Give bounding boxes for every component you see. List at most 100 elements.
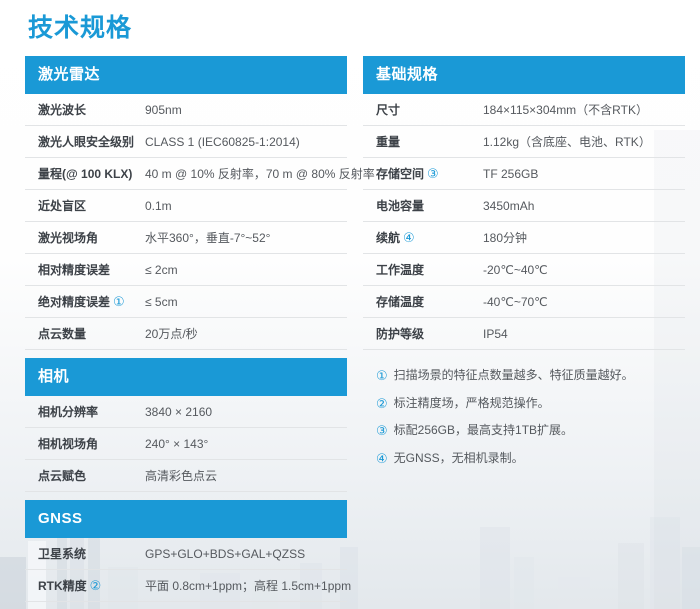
- spec-value: TF 256GB: [483, 167, 685, 181]
- spec-row: 绝对精度误差①≤ 5cm: [25, 286, 347, 318]
- spec-label: RTK精度②: [38, 577, 145, 594]
- spec-label: 存储空间③: [376, 165, 483, 182]
- spec-row: 相对精度误差 ≤ 2cm: [25, 254, 347, 286]
- spec-row: 存储空间③TF 256GB: [363, 158, 685, 190]
- spec-value: ≤ 2cm: [145, 263, 347, 277]
- section-header: 基础规格: [363, 56, 685, 94]
- spec-row: 点云数量 20万点/秒: [25, 318, 347, 350]
- footnote-item: ④ 无GNSS，无相机录制。: [376, 451, 685, 467]
- spec-label: 激光人眼安全级别: [38, 133, 145, 150]
- spec-label: 尺寸: [376, 101, 483, 118]
- spec-label-text: 激光视场角: [38, 231, 98, 245]
- spec-row: 量程(@ 100 KLX)40 m @ 10% 反射率，70 m @ 80% 反…: [25, 158, 347, 190]
- right-column: 基础规格尺寸 184×115×304mm（不含RTK） 重量 1.12kg（含底座、电…: [363, 56, 685, 602]
- footnote-item: ① 扫描场景的特征点数量越多、特征质量越好。: [376, 368, 685, 384]
- spec-row: 激光人眼安全级别 CLASS 1 (IEC60825-1:2014): [25, 126, 347, 158]
- spec-value: -20℃~40℃: [483, 263, 685, 277]
- spec-label-text: 尺寸: [376, 103, 400, 117]
- spec-label: 激光波长: [38, 101, 145, 118]
- spec-label-text: 点云数量: [38, 327, 86, 341]
- spec-label-text: 续航: [376, 231, 400, 245]
- spec-row: 激光视场角 水平360°，垂直-7°~52°: [25, 222, 347, 254]
- spec-value: 1.12kg（含底座、电池、RTK）: [483, 133, 685, 150]
- spec-label: 量程(@ 100 KLX): [38, 165, 145, 182]
- spec-label-text: 激光人眼安全级别: [38, 135, 134, 149]
- spec-label-text: RTK精度: [38, 579, 87, 593]
- footnote-text: 扫描场景的特征点数量越多、特征质量越好。: [394, 368, 634, 382]
- spec-label: 相机视场角: [38, 435, 145, 452]
- spec-value: 3840 × 2160: [145, 405, 347, 419]
- spec-label: 近处盲区: [38, 197, 145, 214]
- footnote-ref-marker: ①: [113, 294, 125, 309]
- footnote-ref-marker: ②: [90, 578, 102, 593]
- footnote-ref-marker: ④: [403, 230, 415, 245]
- spec-row: 存储温度 -40℃~70℃: [363, 286, 685, 318]
- spec-label: 续航④: [376, 229, 483, 246]
- footnote-marker: ②: [376, 396, 388, 412]
- footnotes-list: ① 扫描场景的特征点数量越多、特征质量越好。 ② 标注精度场，严格规范操作。 ③ 标配25…: [363, 368, 685, 466]
- spec-label: 绝对精度误差①: [38, 293, 145, 310]
- spec-row: 卫星系统 GPS+GLO+BDS+GAL+QZSS: [25, 538, 347, 570]
- spec-label: 卫星系统: [38, 545, 145, 562]
- spec-row: 重量 1.12kg（含底座、电池、RTK）: [363, 126, 685, 158]
- spec-row: 工作温度-20℃~40℃: [363, 254, 685, 286]
- spec-value: GPS+GLO+BDS+GAL+QZSS: [145, 547, 347, 561]
- spec-row: 续航④180分钟: [363, 222, 685, 254]
- spec-label: 点云赋色: [38, 467, 145, 484]
- spec-row: 电池容量 3450mAh: [363, 190, 685, 222]
- spec-label: 存储温度: [376, 293, 483, 310]
- spec-row: 点云赋色高清彩色点云: [25, 460, 347, 492]
- footnote-marker: ④: [376, 451, 388, 467]
- spec-label-text: 绝对精度误差: [38, 295, 110, 309]
- spec-value: 240° × 143°: [145, 437, 347, 451]
- spec-row: 防护等级 IP54: [363, 318, 685, 350]
- spec-label: 防护等级: [376, 325, 483, 342]
- footnote-marker: ③: [376, 423, 388, 439]
- spec-label-text: 激光波长: [38, 103, 86, 117]
- spec-value: 40 m @ 10% 反射率，70 m @ 80% 反射率: [145, 165, 375, 182]
- page-title: 技术规格: [28, 8, 700, 44]
- spec-value: ≤ 5cm: [145, 295, 347, 309]
- spec-value: 平面 0.8cm+1ppm；高程 1.5cm+1ppm: [145, 577, 351, 594]
- spec-value: IP54: [483, 327, 685, 341]
- spec-label: 工作温度: [376, 261, 483, 278]
- footnote-text: 无GNSS，无相机录制。: [394, 451, 524, 465]
- section-header: 相机: [25, 358, 347, 396]
- section-header: 激光雷达: [25, 56, 347, 94]
- spec-label-text: 相对精度误差: [38, 263, 110, 277]
- spec-label-text: 存储温度: [376, 295, 424, 309]
- spec-label-text: 相机分辨率: [38, 405, 98, 419]
- spec-label-text: 存储空间: [376, 167, 424, 181]
- spec-label: 相对精度误差: [38, 261, 145, 278]
- spec-row: 尺寸 184×115×304mm（不含RTK）: [363, 94, 685, 126]
- footnote-marker: ①: [376, 368, 388, 384]
- spec-value: 184×115×304mm（不含RTK）: [483, 101, 685, 118]
- footnote-text: 标注精度场，严格规范操作。: [394, 396, 550, 410]
- footnote-text: 标配256GB，最高支持1TB扩展。: [394, 423, 573, 437]
- spec-row: 相机视场角240° × 143°: [25, 428, 347, 460]
- spec-value: CLASS 1 (IEC60825-1:2014): [145, 135, 347, 149]
- section-header: GNSS: [25, 500, 347, 538]
- spec-value: 0.1m: [145, 199, 347, 213]
- spec-row: 激光波长905nm: [25, 94, 347, 126]
- spec-label: 激光视场角: [38, 229, 145, 246]
- spec-label-text: 电池容量: [376, 199, 424, 213]
- spec-value: -40℃~70℃: [483, 295, 685, 309]
- footnote-ref-marker: ③: [427, 166, 439, 181]
- spec-columns: 激光雷达激光波长905nm 激光人眼安全级别 CLASS 1 (IEC60825-1…: [25, 56, 685, 602]
- spec-label-text: 点云赋色: [38, 469, 86, 483]
- spec-label-text: 重量: [376, 135, 400, 149]
- spec-label-text: 防护等级: [376, 327, 424, 341]
- spec-value: 20万点/秒: [145, 325, 347, 342]
- spec-label: 重量: [376, 133, 483, 150]
- spec-value: 180分钟: [483, 229, 685, 246]
- spec-value: 水平360°，垂直-7°~52°: [145, 229, 347, 246]
- left-column: 激光雷达激光波长905nm 激光人眼安全级别 CLASS 1 (IEC60825-1…: [25, 56, 347, 602]
- spec-value: 3450mAh: [483, 199, 685, 213]
- spec-label: 点云数量: [38, 325, 145, 342]
- spec-label-text: 近处盲区: [38, 199, 86, 213]
- spec-label-text: 卫星系统: [38, 547, 86, 561]
- spec-page: 技术规格 激光雷达激光波长905nm 激光人眼安全级别 CLASS 1 (IEC60…: [0, 0, 700, 602]
- spec-row: 相机分辨率 3840 × 2160: [25, 396, 347, 428]
- footnote-item: ③ 标配256GB，最高支持1TB扩展。: [376, 423, 685, 439]
